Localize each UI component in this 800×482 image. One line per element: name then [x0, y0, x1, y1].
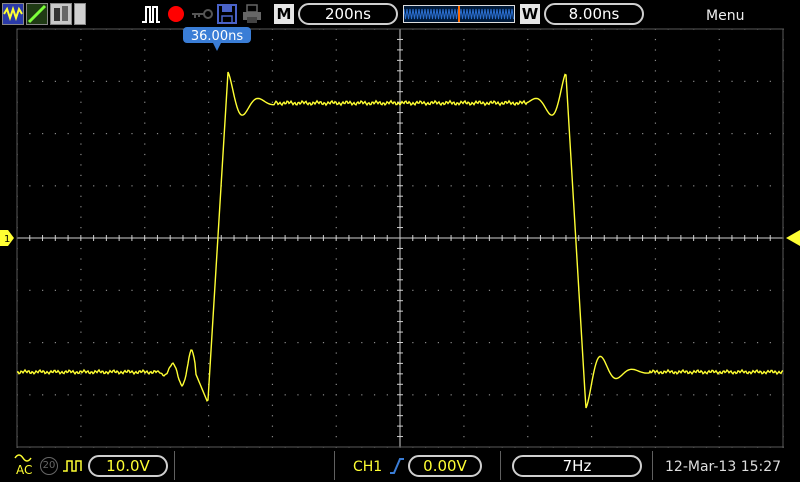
top-toolbar: M 200ns W 8.00ns Menu — [0, 0, 800, 28]
mode-indicator: M — [274, 4, 294, 24]
stop-icon[interactable] — [74, 3, 86, 25]
bandwidth-limit-icon: 20 — [40, 457, 58, 475]
trigger-source-label: CH1 — [353, 459, 383, 475]
timebase-readout[interactable]: 200ns — [298, 3, 398, 25]
trigger-level-readout[interactable]: 0.00V — [408, 455, 482, 477]
coupling-label: AC — [16, 463, 33, 477]
trigger-run-icon[interactable] — [140, 3, 162, 25]
save-disk-icon[interactable] — [216, 3, 238, 25]
bottom-status-bar: AC 20 10.0V CH1 0.00V 7Hz 12-Mar-13 15:2… — [0, 451, 800, 480]
trigger-level-marker[interactable] — [786, 230, 800, 246]
line-draw-icon[interactable] — [26, 3, 48, 25]
window-time-readout[interactable]: 8.00ns — [544, 3, 644, 25]
datetime-readout: 12-Mar-13 15:27 — [665, 459, 782, 475]
status-separator — [500, 451, 501, 480]
channel1-marker-label: 1 — [4, 234, 10, 245]
status-separator — [652, 451, 653, 480]
channel1-ground-marker[interactable]: 1 — [0, 230, 14, 246]
persistence-icon[interactable] — [50, 3, 72, 25]
rising-edge-icon — [389, 456, 405, 476]
status-separator — [334, 451, 335, 480]
frequency-readout: 7Hz — [512, 455, 642, 477]
volts-per-div-readout[interactable]: 10.0V — [88, 455, 168, 477]
printer-icon[interactable] — [241, 3, 263, 25]
memory-depth-bar[interactable] — [403, 5, 515, 23]
waveform-display: 1 36.00ns — [0, 26, 800, 450]
key-icon — [190, 3, 214, 25]
square-wave-icon — [62, 457, 84, 475]
status-separator — [174, 451, 175, 480]
waveform-icon[interactable] — [2, 3, 24, 25]
menu-button[interactable]: Menu — [706, 8, 744, 24]
trigger-position-label: 36.00ns — [191, 29, 243, 44]
window-indicator: W — [520, 4, 540, 24]
stop-record-icon[interactable] — [166, 3, 186, 25]
